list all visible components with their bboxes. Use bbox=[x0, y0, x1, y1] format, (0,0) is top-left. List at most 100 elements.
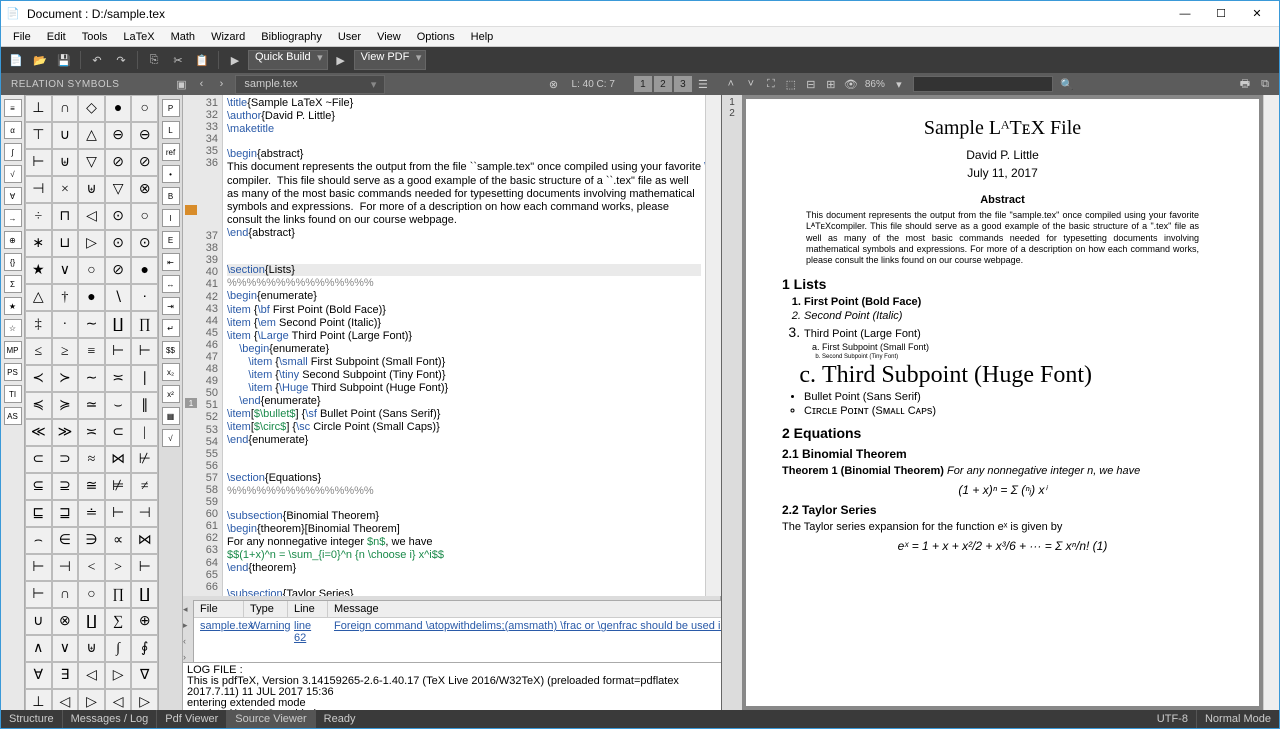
symbol-5[interactable]: ⊤ bbox=[25, 122, 52, 149]
symbol-22[interactable]: ◁ bbox=[78, 203, 105, 230]
menu-user[interactable]: User bbox=[330, 29, 369, 45]
symbol-68[interactable]: ⋈ bbox=[105, 446, 132, 473]
run-build-button[interactable]: ▶ bbox=[224, 49, 246, 71]
toc-icon[interactable]: ☰ bbox=[693, 75, 713, 93]
redo-button[interactable]: ↷ bbox=[110, 49, 132, 71]
menu-file[interactable]: File bbox=[5, 29, 39, 45]
symbol-8[interactable]: ⊖ bbox=[105, 122, 132, 149]
close-tab-icon[interactable]: ⊗ bbox=[544, 75, 564, 93]
symbol-45[interactable]: ≤ bbox=[25, 338, 52, 365]
menu-help[interactable]: Help bbox=[463, 29, 502, 45]
symbol-2[interactable]: ◇ bbox=[78, 95, 105, 122]
cat-btn-5[interactable]: ∀ bbox=[4, 187, 22, 205]
symbol-110[interactable]: ⊥ bbox=[25, 689, 52, 710]
symbol-32[interactable]: ○ bbox=[78, 257, 105, 284]
pdf-scrollbar[interactable] bbox=[1263, 95, 1279, 710]
cat-btn-3[interactable]: ∫ bbox=[4, 143, 22, 161]
search-icon[interactable]: 🔍 bbox=[1057, 75, 1077, 93]
symbol-85[interactable]: ⊢ bbox=[25, 554, 52, 581]
symbol-81[interactable]: ∈ bbox=[52, 527, 79, 554]
symbol-109[interactable]: ∇ bbox=[131, 662, 158, 689]
nav-back-button[interactable]: ‹ bbox=[191, 75, 211, 93]
symbol-59[interactable]: ∥ bbox=[131, 392, 158, 419]
symbol-69[interactable]: ⊬ bbox=[131, 446, 158, 473]
collapse-panel-icon[interactable]: ▣ bbox=[171, 75, 191, 93]
cat-btn-10[interactable]: ★ bbox=[4, 297, 22, 315]
symbol-77[interactable]: ≐ bbox=[78, 500, 105, 527]
menu-math[interactable]: Math bbox=[163, 29, 203, 45]
symbol-50[interactable]: ≺ bbox=[25, 365, 52, 392]
symbol-38[interactable]: ∖ bbox=[105, 284, 132, 311]
cat-btn-1[interactable]: ≡ bbox=[4, 99, 22, 117]
symbol-86[interactable]: ⊣ bbox=[52, 554, 79, 581]
symbol-78[interactable]: ⊢ bbox=[105, 500, 132, 527]
quick-newline[interactable]: ↵ bbox=[162, 319, 180, 337]
view-combo[interactable]: View PDF bbox=[354, 50, 427, 70]
external-view-icon[interactable]: ⧉ bbox=[1255, 75, 1275, 93]
symbol-55[interactable]: ≼ bbox=[25, 392, 52, 419]
save-button[interactable]: 💾 bbox=[53, 49, 75, 71]
symbol-47[interactable]: ≡ bbox=[78, 338, 105, 365]
quick-center[interactable]: ↔ bbox=[162, 275, 180, 293]
cat-btn-12[interactable]: MP bbox=[4, 341, 22, 359]
symbol-43[interactable]: ∐ bbox=[105, 311, 132, 338]
symbol-51[interactable]: ≻ bbox=[52, 365, 79, 392]
symbol-65[interactable]: ⊂ bbox=[25, 446, 52, 473]
cat-btn-4[interactable]: √ bbox=[4, 165, 22, 183]
status-encoding[interactable]: UTF-8 bbox=[1149, 710, 1197, 728]
symbol-87[interactable]: < bbox=[78, 554, 105, 581]
status-messages[interactable]: Messages / Log bbox=[63, 710, 158, 728]
code-editor[interactable]: \title{Sample LaTeX ~File} \author{David… bbox=[223, 95, 705, 596]
nav-forward-button[interactable]: › bbox=[211, 75, 231, 93]
symbol-83[interactable]: ∝ bbox=[105, 527, 132, 554]
symbol-52[interactable]: ∼ bbox=[78, 365, 105, 392]
status-sourceviewer[interactable]: Source Viewer bbox=[227, 710, 315, 728]
symbol-24[interactable]: ○ bbox=[131, 203, 158, 230]
symbol-12[interactable]: ▽ bbox=[78, 149, 105, 176]
symbol-89[interactable]: ⊢ bbox=[131, 554, 158, 581]
pdf-search-input[interactable] bbox=[913, 76, 1053, 92]
symbol-97[interactable]: ∐ bbox=[78, 608, 105, 635]
paste-button[interactable]: 📋 bbox=[191, 49, 213, 71]
symbol-27[interactable]: ▷ bbox=[78, 230, 105, 257]
symbol-53[interactable]: ≍ bbox=[105, 365, 132, 392]
symbol-57[interactable]: ≃ bbox=[78, 392, 105, 419]
cat-btn-14[interactable]: TI bbox=[4, 385, 22, 403]
symbol-113[interactable]: ◁ bbox=[105, 689, 132, 710]
editor-scrollbar[interactable] bbox=[705, 95, 721, 596]
cat-btn-9[interactable]: Σ bbox=[4, 275, 22, 293]
status-pdfviewer[interactable]: Pdf Viewer bbox=[157, 710, 227, 728]
symbol-7[interactable]: △ bbox=[78, 122, 105, 149]
cat-btn-7[interactable]: ⊕ bbox=[4, 231, 22, 249]
symbol-4[interactable]: ○ bbox=[131, 95, 158, 122]
quick-math[interactable]: $$ bbox=[162, 341, 180, 359]
message-row[interactable]: sample.tex Warning line 62 Foreign comma… bbox=[194, 618, 793, 646]
symbol-61[interactable]: ≫ bbox=[52, 419, 79, 446]
symbol-92[interactable]: ○ bbox=[78, 581, 105, 608]
build-combo[interactable]: Quick Build bbox=[248, 50, 328, 70]
symbol-16[interactable]: × bbox=[52, 176, 79, 203]
symbol-48[interactable]: ⊢ bbox=[105, 338, 132, 365]
quick-ref[interactable]: ref bbox=[162, 143, 180, 161]
symbol-33[interactable]: ⊘ bbox=[105, 257, 132, 284]
symbol-28[interactable]: ⊙ bbox=[105, 230, 132, 257]
symbol-39[interactable]: ⋅ bbox=[131, 284, 158, 311]
cat-btn-6[interactable]: → bbox=[4, 209, 22, 227]
symbol-9[interactable]: ⊖ bbox=[131, 122, 158, 149]
pdf-up-icon[interactable]: ˄ bbox=[721, 75, 741, 93]
symbol-30[interactable]: ★ bbox=[25, 257, 52, 284]
quick-italic[interactable]: I bbox=[162, 209, 180, 227]
symbol-66[interactable]: ⊃ bbox=[52, 446, 79, 473]
symbol-31[interactable]: ∨ bbox=[52, 257, 79, 284]
symbol-18[interactable]: ▽ bbox=[105, 176, 132, 203]
copy-button[interactable]: ⎘ bbox=[143, 49, 165, 71]
symbol-93[interactable]: ∏ bbox=[105, 581, 132, 608]
col-file[interactable]: File bbox=[194, 601, 244, 617]
menu-view[interactable]: View bbox=[369, 29, 409, 45]
bookmark-icon[interactable] bbox=[185, 205, 197, 215]
symbol-73[interactable]: ⊭ bbox=[105, 473, 132, 500]
symbol-96[interactable]: ⊗ bbox=[52, 608, 79, 635]
quick-left[interactable]: ⇤ bbox=[162, 253, 180, 271]
menu-options[interactable]: Options bbox=[409, 29, 463, 45]
close-button[interactable]: ✕ bbox=[1239, 2, 1275, 26]
